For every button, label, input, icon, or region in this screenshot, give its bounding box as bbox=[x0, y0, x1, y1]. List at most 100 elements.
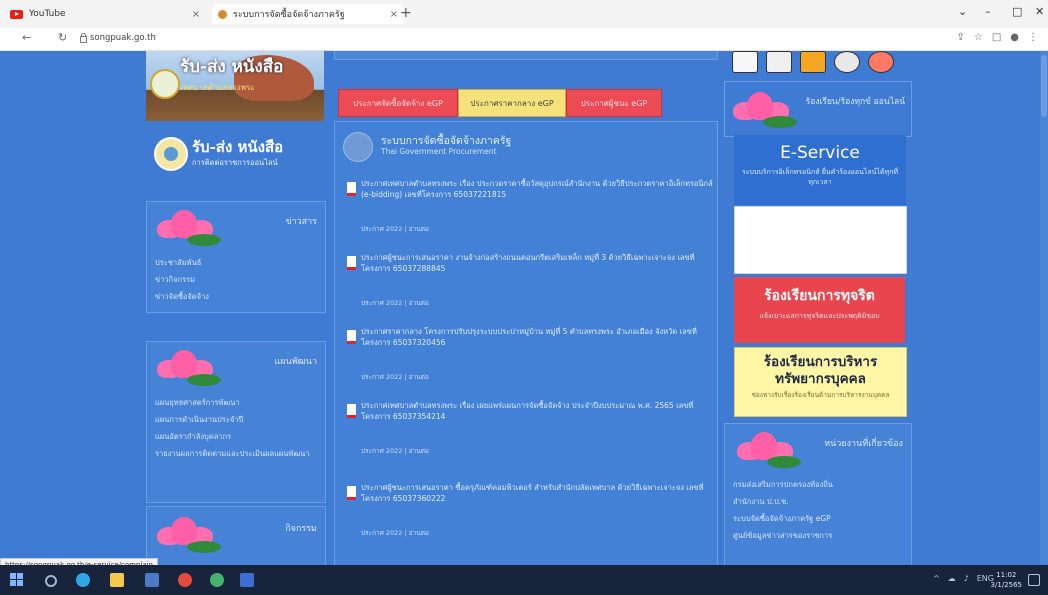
lotus-icon bbox=[151, 348, 221, 388]
corruption-complaint-banner[interactable]: ร้องเรียนการทุจริต แจ้งเบาะแสการทุจริตแล… bbox=[734, 277, 905, 343]
store-icon[interactable] bbox=[145, 573, 159, 587]
minimize-button[interactable]: – bbox=[985, 5, 991, 18]
document-icon[interactable] bbox=[766, 51, 792, 73]
emblem-icon[interactable] bbox=[868, 51, 894, 73]
banner-title: รับ-ส่ง หนังสือ bbox=[180, 57, 284, 77]
badge-icon[interactable] bbox=[800, 51, 826, 73]
news-text[interactable]: ประกาศผู้ชนะการเสนอราคา ซื้อครุภัณฑ์คอมพ… bbox=[361, 482, 713, 504]
taskbar-clock[interactable]: 11:02 3/1/2565 bbox=[991, 570, 1022, 590]
eservice-title: E-Service bbox=[780, 143, 860, 163]
news-text[interactable]: ประกาศเทศบาลตำบลทรงพระ เรื่อง ประกวดราคา… bbox=[361, 178, 713, 200]
notification-icon[interactable] bbox=[1028, 574, 1040, 586]
doc-exchange-link[interactable]: รับ-ส่ง หนังสือ การติดต่อราชการออนไลน์ bbox=[150, 133, 320, 179]
hr-complaint-banner[interactable]: ร้องเรียนการบริหาร ทรัพยากรบุคคล ช่องทาง… bbox=[734, 347, 907, 417]
right-sidebar: ร้องเรียน/ร้องทุกข์ ออนไลน์ E-Service ระ… bbox=[722, 51, 912, 565]
box-heading: หน่วยงานที่เกี่ยวข้อง bbox=[824, 439, 903, 449]
tray-chevron-icon[interactable]: ^ bbox=[933, 574, 940, 583]
tab-youtube[interactable]: YouTube × bbox=[10, 4, 200, 24]
circle-app-icon[interactable] bbox=[834, 51, 860, 73]
news-menu-list: ประชาสัมพันธ์ ข่าวกิจกรรม ข่าวจัดซื้อจัด… bbox=[155, 254, 209, 305]
page-scrollbar[interactable] bbox=[1040, 51, 1048, 565]
sidebar-item-staff-plan[interactable]: แผนอัตรากำลังบุคลากร bbox=[155, 428, 310, 445]
windows-start-icon[interactable] bbox=[10, 573, 24, 587]
lock-icon[interactable] bbox=[80, 33, 87, 43]
profile-icon[interactable]: ● bbox=[1010, 32, 1019, 43]
plan-menu-list: แผนยุทธศาสตร์การพัฒนา แผนการดำเนินงานประ… bbox=[155, 394, 310, 462]
hr-complaint-title-line2: ทรัพยากรบุคคล bbox=[775, 371, 866, 387]
page-viewport[interactable]: รับ-ส่ง หนังสือ เทศบาลตำบลทรงพระ รับ-ส่ง… bbox=[0, 51, 1048, 565]
list-item[interactable]: ประกาศผู้ชนะการเสนอราคา ซื้อครุภัณฑ์คอมพ… bbox=[341, 482, 711, 548]
network-icon[interactable]: ☁ bbox=[948, 574, 956, 583]
social-icon[interactable] bbox=[732, 51, 758, 73]
search-icon[interactable] bbox=[45, 575, 57, 587]
news-menu-box: ข่าวสาร ประชาสัมพันธ์ ข่าวกิจกรรม ข่าวจั… bbox=[146, 201, 326, 313]
close-window-button[interactable]: ✕ bbox=[1035, 5, 1044, 18]
reload-icon[interactable]: ↻ bbox=[58, 31, 67, 44]
lotus-icon bbox=[151, 208, 221, 248]
tab-active-site[interactable]: ระบบการจัดซื้อจัดจ้างภาครัฐ × bbox=[212, 4, 404, 24]
new-tab-button[interactable]: + bbox=[400, 5, 412, 21]
lotus-icon bbox=[727, 90, 797, 130]
box-heading: แผนพัฒนา bbox=[274, 357, 318, 367]
pdf-icon bbox=[347, 182, 356, 196]
chrome-icon[interactable] bbox=[178, 573, 192, 587]
box-heading: ข่าวสาร bbox=[285, 217, 317, 227]
url-field[interactable]: songpuak.go.th bbox=[90, 33, 156, 43]
sidepanel-icon[interactable]: □ bbox=[992, 32, 1001, 43]
edge-browser-icon[interactable] bbox=[76, 573, 90, 587]
volume-icon[interactable]: ♪ bbox=[964, 574, 969, 583]
news-meta[interactable]: ประกาศ 2022 | อ่านต่อ bbox=[361, 224, 429, 234]
news-text[interactable]: ประกาศเทศบาลตำบลทรงพระ เรื่อง เผยแพร่แผน… bbox=[361, 400, 713, 422]
pdf-icon bbox=[347, 330, 356, 344]
news-meta[interactable]: ประกาศ 2022 | อ่านต่อ bbox=[361, 372, 429, 382]
complaint-header[interactable]: ร้องเรียน/ร้องทุกข์ ออนไลน์ bbox=[724, 81, 912, 137]
left-sidebar: รับ-ส่ง หนังสือ เทศบาลตำบลทรงพระ รับ-ส่ง… bbox=[140, 51, 326, 565]
egp-procurement-button[interactable]: ประกาศจัดซื้อจัดจ้าง eGP bbox=[338, 89, 458, 117]
sidebar-item-annual-plan[interactable]: แผนการดำเนินงานประจำปี bbox=[155, 411, 310, 428]
list-item[interactable]: ประกาศเทศบาลตำบลทรงพระ เรื่อง เผยแพร่แผน… bbox=[341, 400, 711, 466]
eservice-banner[interactable]: E-Service ระบบบริการอิเล็กทรอนิกส์ ยื่นค… bbox=[734, 135, 906, 205]
clock-date: 3/1/2565 bbox=[990, 581, 1022, 589]
back-arrow-icon[interactable]: ← bbox=[22, 31, 31, 44]
news-text[interactable]: ประกาศผู้ชนะการเสนอราคา งานจ้างก่อสร้างถ… bbox=[361, 252, 713, 274]
sidebar-item-strategy-plan[interactable]: แผนยุทธศาสตร์การพัฒนา bbox=[155, 394, 310, 411]
tab-title: YouTube bbox=[29, 9, 66, 19]
egp-winner-button[interactable]: ประกาศผู้ชนะ eGP bbox=[566, 89, 662, 117]
egp-median-price-button[interactable]: ประกาศราคากลาง eGP bbox=[458, 89, 566, 117]
sidebar-item-procurement[interactable]: ข่าวจัดซื้อจัดจ้าง bbox=[155, 288, 209, 305]
taskbar: ^ ☁ ♪ ENG 11:02 3/1/2565 bbox=[0, 565, 1048, 595]
related-agencies-box: หน่วยงานที่เกี่ยวข้อง กรมส่งเสริมการปกคร… bbox=[724, 423, 912, 565]
egp-news-panel: ระบบการจัดซื้อจัดจ้างภาครัฐ Thai Governm… bbox=[334, 121, 718, 565]
list-item[interactable]: ประกาศราคากลาง โครงการปรับปรุงระบบประปาห… bbox=[341, 326, 711, 392]
sidebar-item-nacc[interactable]: สำนักงาน ป.ป.ช. bbox=[733, 493, 833, 510]
news-meta[interactable]: ประกาศ 2022 | อ่านต่อ bbox=[361, 528, 429, 538]
sidebar-item-activities[interactable]: ข่าวกิจกรรม bbox=[155, 271, 209, 288]
news-meta[interactable]: ประกาศ 2022 | อ่านต่อ bbox=[361, 446, 429, 456]
list-item[interactable]: ประกาศผู้ชนะการเสนอราคา งานจ้างก่อสร้างถ… bbox=[341, 252, 711, 318]
news-text[interactable]: ประกาศราคากลาง โครงการปรับปรุงระบบประปาห… bbox=[361, 326, 713, 348]
bookmark-star-icon[interactable]: ☆ bbox=[974, 32, 983, 43]
site-favicon-icon bbox=[218, 9, 227, 19]
sidebar-item-dla[interactable]: กรมส่งเสริมการปกครองท้องถิ่น bbox=[733, 476, 833, 493]
sidebar-item-evaluation[interactable]: รายงานผลการติดตามและประเมินผลแผนพัฒนา bbox=[155, 445, 310, 462]
tab-close-icon[interactable]: × bbox=[192, 9, 200, 20]
site-banner[interactable]: รับ-ส่ง หนังสือ เทศบาลตำบลทรงพระ bbox=[146, 51, 324, 121]
taskbar-app-icon[interactable] bbox=[240, 573, 254, 587]
doc-exchange-title: รับ-ส่ง หนังสือ bbox=[192, 138, 284, 156]
corruption-complaint-title: ร้องเรียนการทุจริต bbox=[764, 288, 875, 304]
address-bar-actions: ⇪ ☆ □ ● ⋮ bbox=[956, 32, 1038, 43]
menu-dots-icon[interactable]: ⋮ bbox=[1028, 32, 1038, 43]
share-icon[interactable]: ⇪ bbox=[956, 32, 964, 43]
list-item[interactable]: ประกาศเทศบาลตำบลทรงพระ เรื่อง ประกวดราคา… bbox=[341, 178, 713, 244]
tab-close-icon[interactable]: × bbox=[390, 9, 398, 20]
sidebar-item-announcements[interactable]: ประชาสัมพันธ์ bbox=[155, 254, 209, 271]
sidebar-item-egp[interactable]: ระบบจัดซื้อจัดจ้างภาครัฐ eGP bbox=[733, 510, 833, 527]
news-meta[interactable]: ประกาศ 2022 | อ่านต่อ bbox=[361, 298, 429, 308]
blank-banner[interactable] bbox=[734, 206, 907, 274]
scrollbar-thumb[interactable] bbox=[1041, 55, 1047, 117]
sidebar-item-info-center[interactable]: ศูนย์ข้อมูลข่าวสารของราชการ bbox=[733, 527, 833, 544]
tab-search-button[interactable]: ⌄ bbox=[958, 5, 967, 18]
maximize-button[interactable]: □ bbox=[1012, 5, 1022, 18]
chat-app-icon[interactable] bbox=[210, 573, 224, 587]
file-explorer-icon[interactable] bbox=[110, 573, 124, 587]
